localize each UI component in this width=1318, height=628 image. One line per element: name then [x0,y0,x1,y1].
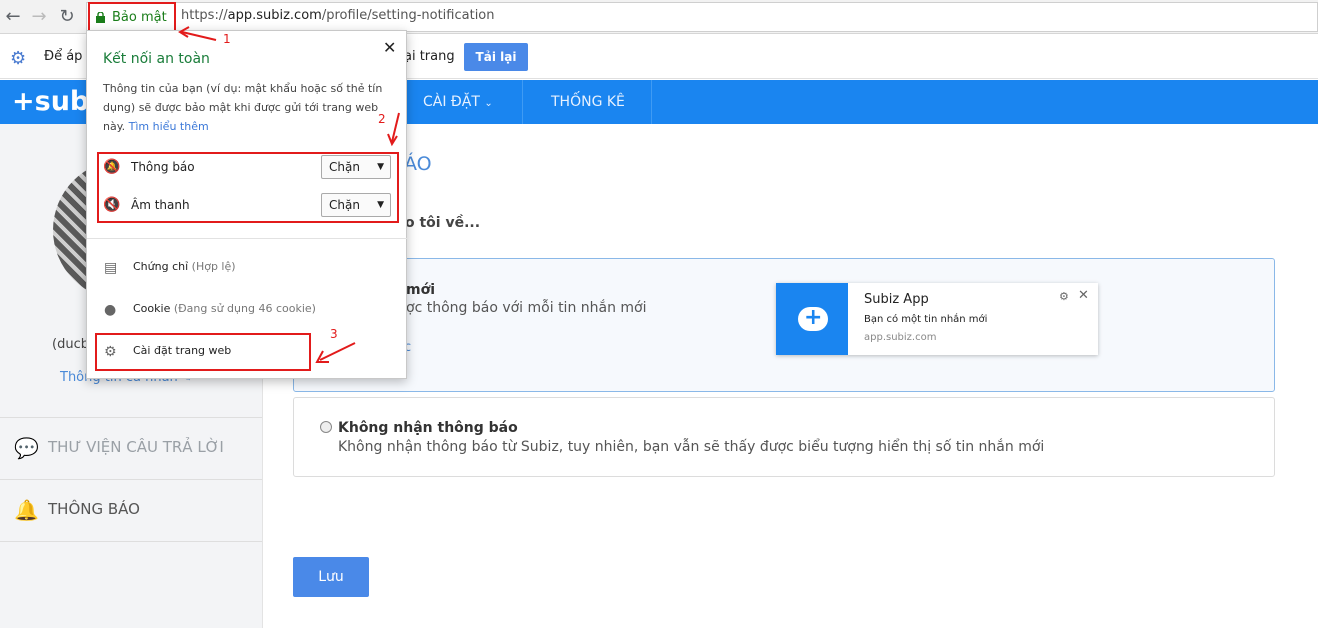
annotation-arrows [178,26,400,363]
annotation-number: 1 [223,32,231,46]
annotation-number: 2 [378,112,386,126]
annotation-number: 3 [330,327,338,341]
